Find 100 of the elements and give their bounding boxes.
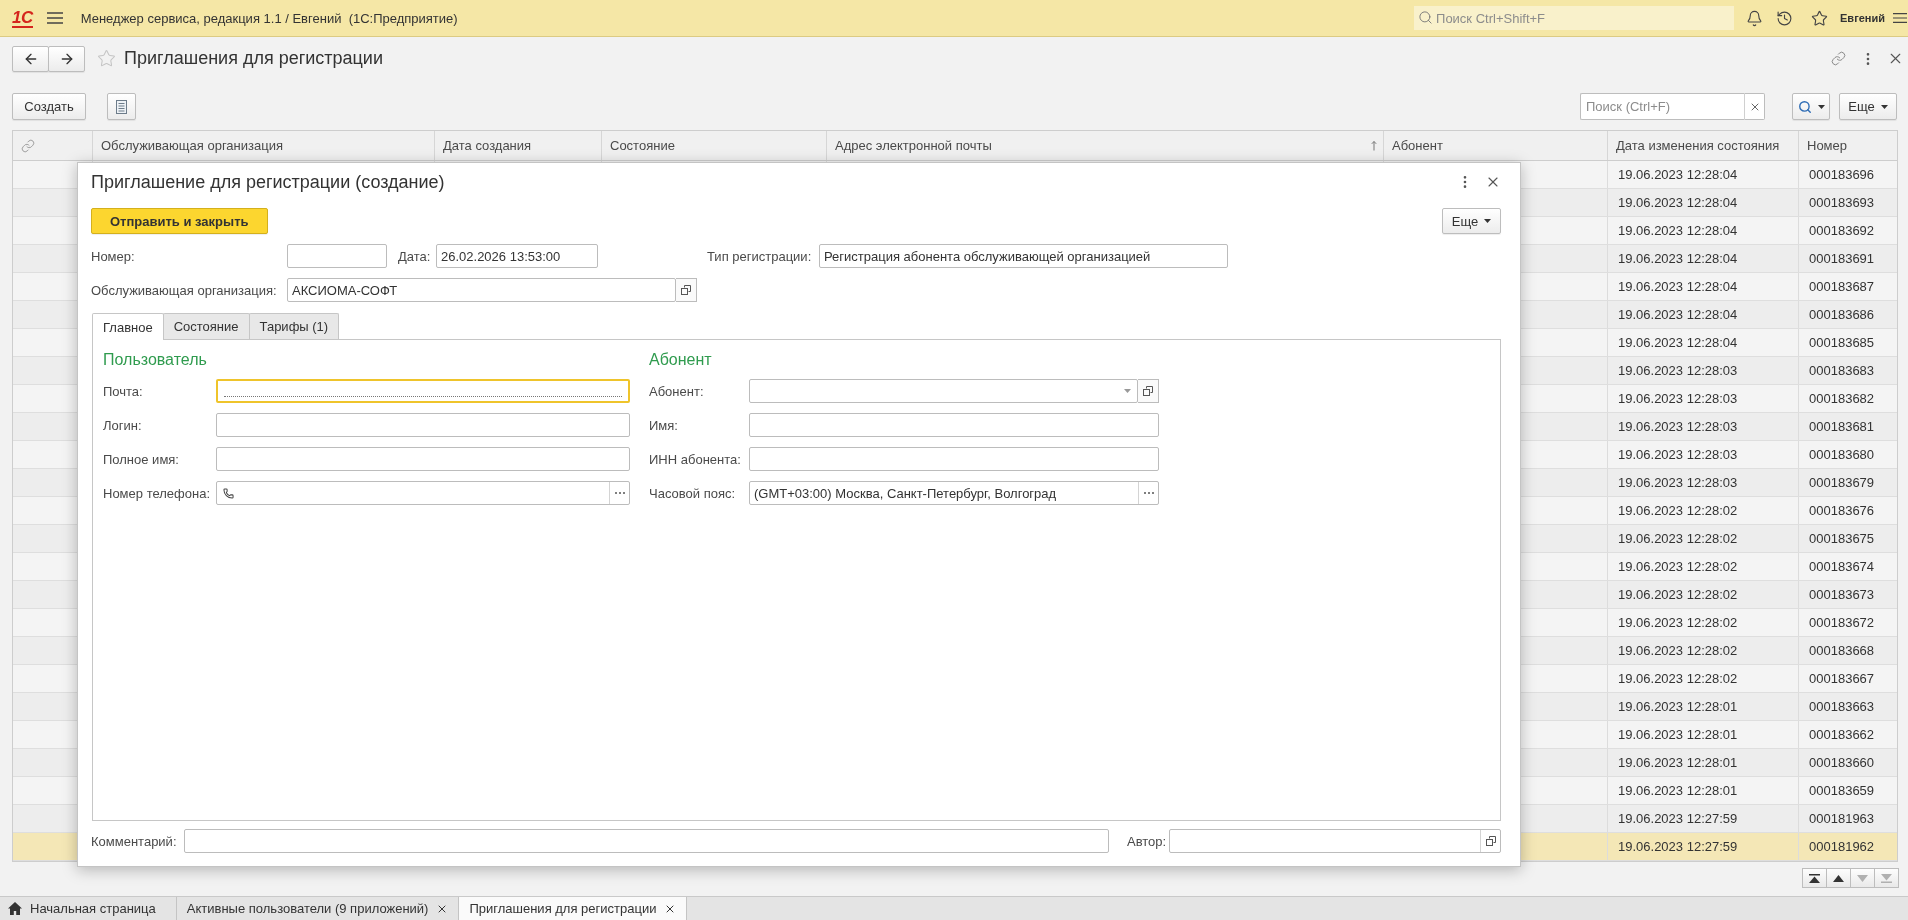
input-field[interactable] [749,447,1159,471]
table-cell: 000183659 [1798,777,1897,804]
forward-button[interactable] [48,45,85,72]
table-cell: 000183682 [1798,385,1897,412]
input-field[interactable]: АКСИОМА-СОФТ [287,278,676,302]
table-cell: 000183679 [1798,469,1897,496]
table-cell: 000183662 [1798,721,1897,748]
field-label: Обслуживающая организация: [91,282,277,298]
create-button[interactable]: Создать [12,93,86,120]
triangle-down-icon [1857,874,1868,882]
clear-button[interactable] [1744,93,1765,120]
input-field[interactable] [1169,829,1501,853]
input-field[interactable] [287,244,387,268]
input-field[interactable] [749,413,1159,437]
table-cell: 000183683 [1798,357,1897,384]
open-button[interactable] [676,278,697,302]
table-cell: 000183674 [1798,553,1897,580]
column-header[interactable]: Дата изменения состояния [1607,131,1798,160]
search-field[interactable]: Поиск Ctrl+Shift+F [1414,6,1735,30]
input-field[interactable]: (GMT+03:00) Москва, Санкт-Петербург, Волгоград [749,481,1159,505]
input-field[interactable] [184,829,1109,853]
more-button[interactable]: Еще [1442,208,1501,234]
app-logo[interactable]: 1С [12,8,33,28]
input-field[interactable]: Регистрация абонента обслуживающей организацией [819,244,1228,268]
input-field[interactable] [216,481,630,505]
list-button[interactable] [107,93,136,120]
bell-icon[interactable] [1746,9,1764,27]
table-cell: 19.06.2023 12:28:03 [1607,385,1798,412]
column-header[interactable]: Абонент [1383,131,1607,160]
star-icon[interactable] [1811,9,1829,27]
caret-icon [1124,389,1131,393]
table-cell: 19.06.2023 12:28:02 [1607,609,1798,636]
field-label: ИНН абонента: [649,451,741,467]
field-label: Логин: [103,417,142,433]
table-cell: 19.06.2023 12:28:04 [1607,189,1798,216]
phone-icon [223,487,234,499]
history-icon[interactable] [1776,9,1794,27]
table-cell: 000183672 [1798,609,1897,636]
table-cell: 19.06.2023 12:28:03 [1607,357,1798,384]
search-button[interactable] [1792,93,1830,120]
back-button[interactable] [12,45,49,72]
column-header[interactable]: Дата создания [434,131,601,160]
field-label: Часовой пояс: [649,485,736,501]
field-label: Почта: [103,383,143,399]
link-icon[interactable] [1831,51,1846,66]
tab[interactable]: Состояние [162,313,250,339]
field-label: Полное имя: [103,451,179,467]
open-button[interactable] [1138,379,1159,403]
table-cell: 19.06.2023 12:28:03 [1607,441,1798,468]
page-title: Приглашения для регистрации [124,48,383,69]
overlapping-squares-icon [1143,386,1153,396]
table-cell: 000183668 [1798,637,1897,664]
field-label: Абонент: [649,383,704,399]
column-header[interactable]: Адрес электронной почты [826,131,1383,160]
overlapping-squares-icon [1485,836,1496,846]
section-heading: Абонент [649,350,712,370]
table-cell: 000183673 [1798,581,1897,608]
search-field[interactable]: Поиск (Ctrl+F) [1580,93,1744,120]
input-field[interactable] [216,447,630,471]
table-cell: 19.06.2023 12:28:04 [1607,329,1798,356]
input-field[interactable] [216,379,630,403]
app-title: Менеджер сервиса, редакция 1.1 / Евгений (1С:Предприятие) [80,10,458,26]
scroll-button[interactable] [1826,868,1851,888]
window-tab[interactable]: Начальная страница [0,897,177,920]
table-cell: 19.06.2023 12:28:02 [1607,665,1798,692]
table-cell: 19.06.2023 12:28:01 [1607,749,1798,776]
caret-icon [1817,104,1825,109]
tab[interactable]: Тарифы (1) [248,313,340,339]
table-cell: 19.06.2023 12:28:02 [1607,497,1798,524]
triangle-up-bar-icon [1809,873,1820,883]
column-header[interactable]: Обслуживающая организация [92,131,434,160]
table-cell: 000183692 [1798,217,1897,244]
column-header[interactable]: Состояние [601,131,826,160]
window-tab[interactable]: Приглашения для регистрации [459,897,688,920]
dialog-title: Приглашение для регистрации (создание) [91,171,445,193]
table-cell: 000183675 [1798,525,1897,552]
table-cell: 000183681 [1798,413,1897,440]
column-header[interactable]: Номер [1798,131,1897,160]
table-cell: 000183667 [1798,665,1897,692]
menu-icon[interactable] [1893,12,1907,24]
table-cell: 000183686 [1798,301,1897,328]
tab[interactable]: Главное [92,313,164,340]
table-cell: 19.06.2023 12:28:02 [1607,553,1798,580]
input-field[interactable] [749,379,1138,403]
field-label: Комментарий: [91,833,177,849]
user-name[interactable]: Евгений [1840,12,1885,24]
table-cell: 000183676 [1798,497,1897,524]
send-and-close-button[interactable]: Отправить и закрыть [91,208,268,234]
star-icon[interactable] [97,49,116,68]
more-button[interactable]: Еще [1839,93,1897,120]
input-field[interactable]: 26.02.2026 13:53:00 [436,244,598,268]
field-label: Тип регистрации: [707,248,812,264]
table-cell: 19.06.2023 12:28:01 [1607,777,1798,804]
table-cell: 000183660 [1798,749,1897,776]
table-cell: 000183693 [1798,189,1897,216]
table-cell: 19.06.2023 12:28:04 [1607,301,1798,328]
input-field[interactable] [216,413,630,437]
table-cell: 19.06.2023 12:28:04 [1607,273,1798,300]
menu-icon[interactable] [46,12,63,24]
scroll-button[interactable] [1802,868,1827,888]
